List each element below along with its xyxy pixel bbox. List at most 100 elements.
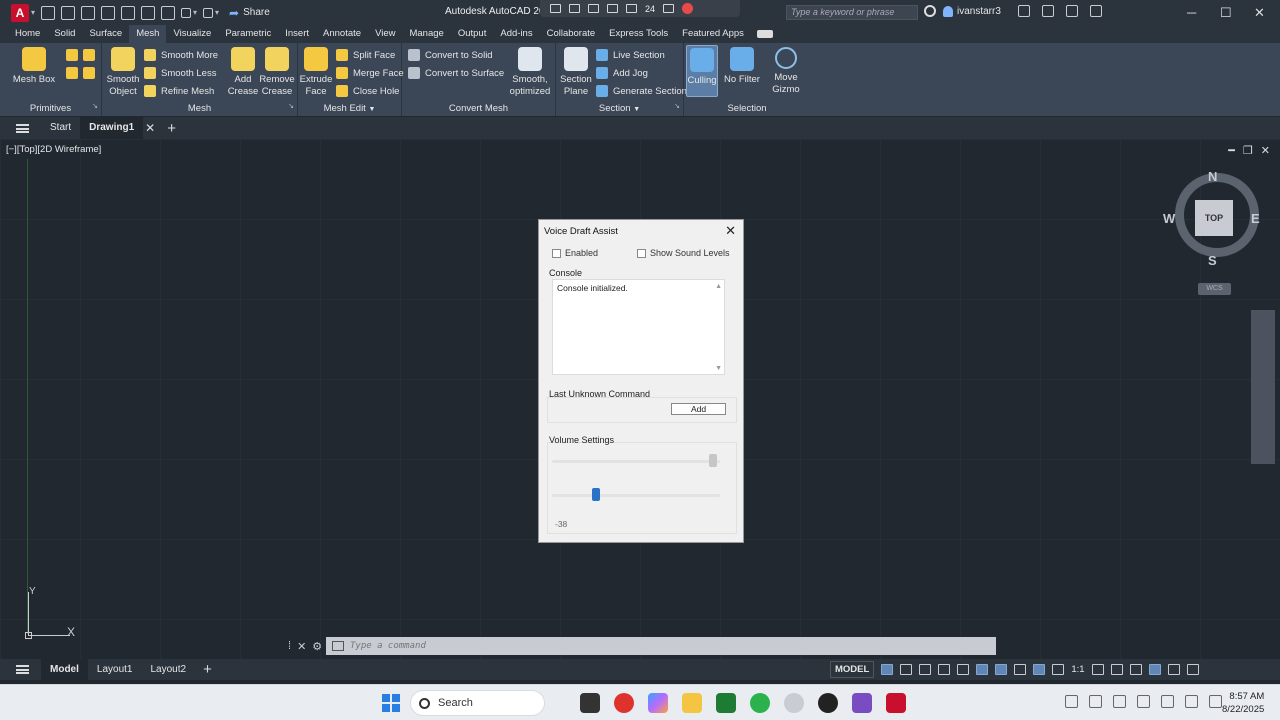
- viewport-controls-label[interactable]: [−][Top][2D Wireframe]: [6, 144, 101, 155]
- merge-face-button[interactable]: Merge Face: [336, 67, 404, 79]
- tab-featured-apps[interactable]: Featured Apps: [675, 25, 751, 43]
- tab-surface[interactable]: Surface: [82, 25, 129, 43]
- community-icon[interactable]: [1090, 5, 1102, 17]
- battery-icon[interactable]: [1209, 695, 1222, 708]
- tab-output[interactable]: Output: [451, 25, 494, 43]
- remove-crease-button[interactable]: Remove Crease: [259, 43, 295, 98]
- tab-mesh[interactable]: Mesh: [129, 25, 167, 43]
- refine-mesh-button[interactable]: Refine Mesh: [144, 85, 214, 97]
- window-capture-icon[interactable]: [607, 4, 618, 13]
- no-filter-button[interactable]: No Filter: [722, 43, 762, 86]
- copilot-icon[interactable]: [648, 693, 668, 713]
- command-customize-icon[interactable]: ⚙: [312, 640, 322, 653]
- accessibility-icon[interactable]: [663, 4, 675, 13]
- command-close-icon[interactable]: ✕: [297, 640, 306, 653]
- smooth-less-button[interactable]: Smooth Less: [144, 67, 216, 79]
- video-icon[interactable]: [569, 4, 580, 13]
- viewport-close-icon[interactable]: ✕: [1261, 144, 1270, 157]
- viewcube-south[interactable]: S: [1208, 253, 1217, 268]
- ribbon-toggle-icon[interactable]: [756, 30, 773, 38]
- clean-screen-icon[interactable]: [1167, 664, 1180, 675]
- enabled-checkbox-box[interactable]: [552, 248, 561, 258]
- live-section-button[interactable]: Live Section: [596, 49, 665, 61]
- tab-manage[interactable]: Manage: [402, 25, 450, 43]
- autocad-taskbar-icon[interactable]: [886, 693, 906, 713]
- close-tab-icon[interactable]: ✕: [145, 121, 155, 135]
- save-web-icon[interactable]: [141, 5, 156, 20]
- panel-primitives-label[interactable]: Primitives: [0, 103, 101, 114]
- maximize-icon[interactable]: ☐: [1220, 5, 1232, 21]
- polar-icon[interactable]: [938, 664, 951, 675]
- print-icon[interactable]: [161, 5, 176, 20]
- viewport-restore-icon[interactable]: ❐: [1243, 144, 1253, 157]
- show-sound-levels-checkbox-box[interactable]: [637, 248, 646, 258]
- tab-collaborate[interactable]: Collaborate: [540, 25, 603, 43]
- save-as-icon[interactable]: [101, 5, 116, 20]
- customize-qat-chevron-icon[interactable]: ▾: [215, 8, 219, 17]
- ortho-icon[interactable]: [919, 664, 932, 675]
- system-clock[interactable]: 8:57 AM 8/22/2025: [1222, 690, 1264, 716]
- viewcube-north[interactable]: N: [1208, 169, 1217, 184]
- tab-annotate[interactable]: Annotate: [316, 25, 368, 43]
- autocad-logo[interactable]: A: [11, 3, 29, 22]
- open-web-icon[interactable]: [121, 5, 136, 20]
- tab-insert[interactable]: Insert: [278, 25, 316, 43]
- snap-icon[interactable]: [900, 664, 913, 675]
- smooth-optimized-button[interactable]: Smooth, optimized: [508, 43, 552, 98]
- show-sound-levels-checkbox[interactable]: Show Sound Levels: [637, 248, 730, 258]
- file-explorer-icon[interactable]: [682, 693, 702, 713]
- panel-mesh-edit-label[interactable]: Mesh Edit ▼: [298, 103, 401, 114]
- auto-scale-icon[interactable]: [1052, 664, 1065, 675]
- settings-app-icon[interactable]: [784, 693, 804, 713]
- culling-button[interactable]: Culling: [686, 45, 718, 97]
- cart-icon[interactable]: [1018, 5, 1030, 17]
- opera-icon[interactable]: [614, 693, 634, 713]
- new-tab-icon[interactable]: +: [167, 120, 176, 137]
- tab-start[interactable]: Start: [41, 117, 80, 139]
- tab-parametric[interactable]: Parametric: [218, 25, 278, 43]
- volume-slider[interactable]: [552, 494, 720, 497]
- viewcube-west[interactable]: W: [1163, 211, 1175, 226]
- wcs-menu[interactable]: WCS: [1198, 283, 1231, 295]
- primitives-settings-icon[interactable]: ↘: [92, 102, 98, 110]
- convert-to-solid-button[interactable]: Convert to Solid: [408, 49, 493, 61]
- close-hole-button[interactable]: Close Hole: [336, 85, 399, 97]
- visual-studio-icon[interactable]: [852, 693, 872, 713]
- help-icon[interactable]: [1066, 5, 1078, 17]
- object-snap-icon[interactable]: [995, 664, 1008, 675]
- volume-slider-thumb[interactable]: [592, 488, 600, 501]
- split-face-button[interactable]: Split Face: [336, 49, 395, 61]
- tab-drawing1[interactable]: Drawing1: [80, 117, 144, 139]
- share-button[interactable]: ➦ Share: [229, 6, 270, 20]
- undo-chevron-icon[interactable]: ▾: [193, 8, 197, 17]
- navigation-bar[interactable]: [1251, 310, 1275, 464]
- tab-home[interactable]: Home: [8, 25, 47, 43]
- printer-tray-icon[interactable]: [1089, 695, 1102, 708]
- panel-section-label[interactable]: Section ▼: [556, 103, 683, 114]
- console-textbox[interactable]: Console initialized. ▲ ▼: [552, 279, 725, 375]
- extrude-face-button[interactable]: Extrude Face: [298, 43, 334, 98]
- taskbar-search-box[interactable]: Search: [410, 690, 545, 716]
- stop-recording-icon[interactable]: [682, 3, 694, 14]
- convert-to-surface-button[interactable]: Convert to Surface: [408, 67, 504, 79]
- scroll-down-icon[interactable]: ▼: [715, 365, 722, 372]
- command-grip-icon[interactable]: ⁞: [288, 640, 291, 653]
- search-icon[interactable]: [924, 5, 936, 17]
- undo-icon[interactable]: [181, 7, 192, 18]
- show-hidden-icons-icon[interactable]: [1065, 695, 1078, 708]
- dialog-close-icon[interactable]: ✕: [725, 223, 736, 239]
- tab-layout2[interactable]: Layout2: [141, 659, 195, 680]
- region-icon[interactable]: [588, 4, 599, 13]
- generate-section-button[interactable]: Generate Section: [596, 85, 687, 97]
- annotation-visibility-icon[interactable]: [1033, 664, 1046, 675]
- screenshot-icon[interactable]: [550, 4, 561, 13]
- sound-level-slider[interactable]: [552, 460, 720, 463]
- annotation-monitor-icon[interactable]: [1110, 664, 1123, 675]
- keyword-search-input[interactable]: Type a keyword or phrase: [786, 5, 918, 20]
- units-icon[interactable]: [1129, 664, 1142, 675]
- move-gizmo-button[interactable]: Move Gizmo: [766, 43, 806, 96]
- panel-selection-label[interactable]: Selection: [684, 103, 810, 114]
- smooth-object-button[interactable]: Smooth Object: [104, 43, 142, 98]
- enabled-checkbox[interactable]: Enabled: [552, 248, 598, 258]
- scroll-up-icon[interactable]: ▲: [715, 283, 722, 290]
